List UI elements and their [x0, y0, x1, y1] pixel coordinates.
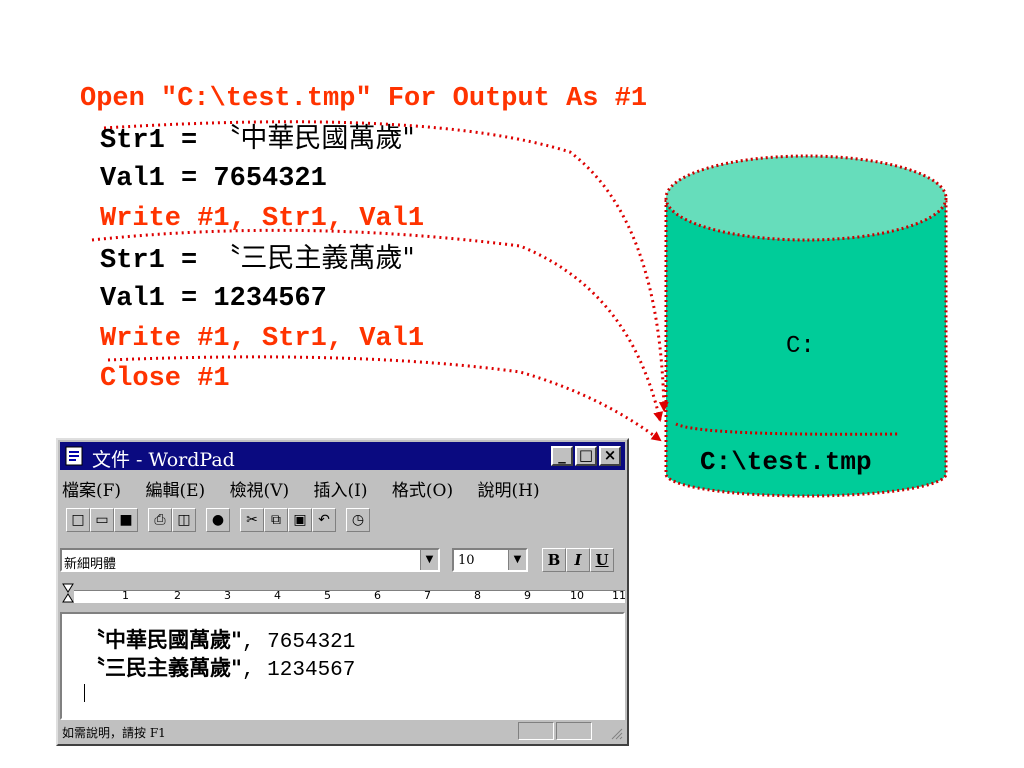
- close-button[interactable]: ×: [599, 446, 621, 466]
- ruler-number: 2: [174, 589, 181, 602]
- font-name-value: 新細明體: [64, 557, 117, 572]
- code-assign: Str1 =: [100, 126, 214, 156]
- disk-cylinder: [664, 154, 948, 498]
- ruler-number: 5: [324, 589, 331, 602]
- print-icon[interactable]: ⎙: [148, 508, 172, 532]
- text-caret: [84, 684, 85, 702]
- doc-line: 〝中華民國萬歲", 7654321: [84, 624, 355, 654]
- ruler-number: 6: [374, 589, 381, 602]
- status-panel: [556, 722, 592, 740]
- file-label: C:\test.tmp: [700, 447, 872, 477]
- wordpad-app-icon[interactable]: [64, 446, 84, 466]
- drive-label: C:: [786, 333, 815, 360]
- menu-file[interactable]: 檔案(F): [62, 476, 121, 501]
- code-val1-line-2: Val1 = 1234567: [100, 284, 327, 314]
- doc-line-string: 〝中華民國萬歲": [84, 627, 242, 652]
- code-val1-line-1: Val1 = 7654321: [100, 164, 327, 194]
- ruler-number: 1: [122, 589, 129, 602]
- chevron-down-icon[interactable]: ▼: [508, 550, 526, 570]
- code-open-line: Open "C:\test.tmp" For Output As #1: [80, 84, 648, 114]
- new-document-icon[interactable]: □: [66, 508, 90, 532]
- ruler-number: 8: [474, 589, 481, 602]
- ruler-number: 10: [570, 589, 584, 602]
- status-text: 如需說明，請按 F1: [62, 726, 166, 740]
- maximize-button[interactable]: □: [575, 446, 597, 466]
- title-bar[interactable]: 文件 - WordPad _ □ ×: [60, 442, 625, 471]
- status-bar: 如需說明，請按 F1: [60, 720, 625, 742]
- menu-edit[interactable]: 編輯(E): [145, 476, 205, 501]
- font-name-select[interactable]: 新細明體 ▼: [60, 548, 440, 572]
- menu-bar: 檔案(F) 編輯(E) 檢視(V) 插入(I) 格式(O) 說明(H): [62, 476, 559, 501]
- font-size-select[interactable]: 10 ▼: [452, 548, 528, 572]
- underline-button[interactable]: U: [590, 548, 614, 572]
- code-str1-line-2: Str1 = 〝三民主義萬歲": [100, 243, 415, 277]
- copy-icon[interactable]: ⧉: [264, 508, 288, 532]
- menu-help[interactable]: 說明(H): [478, 476, 540, 501]
- ruler[interactable]: 1 2 3 4 5 6 7 8 9 10 11: [60, 582, 626, 608]
- ruler-number: 9: [524, 589, 531, 602]
- doc-line-string: 〝三民主義萬歲": [84, 655, 242, 680]
- format-toolbar: 新細明體 ▼ 10 ▼ B I U: [60, 546, 625, 576]
- paste-icon[interactable]: ▣: [288, 508, 312, 532]
- status-panel: [518, 722, 554, 740]
- minimize-button[interactable]: _: [551, 446, 573, 466]
- bold-button[interactable]: B: [542, 548, 566, 572]
- resize-grip-icon[interactable]: [609, 726, 623, 740]
- find-icon[interactable]: ●: [206, 508, 230, 532]
- document-area[interactable]: 〝中華民國萬歲", 7654321 〝三民主義萬歲", 1234567: [60, 612, 625, 720]
- code-close-line: Close #1: [100, 364, 230, 394]
- code-write-line-1: Write #1, Str1, Val1: [100, 204, 425, 234]
- code-assign: Str1 =: [100, 246, 214, 276]
- menu-insert[interactable]: 插入(I): [314, 476, 368, 501]
- open-folder-icon[interactable]: ▭: [90, 508, 114, 532]
- code-string: 〝三民主義萬歲": [213, 243, 415, 274]
- insert-datetime-icon[interactable]: ◷: [346, 508, 370, 532]
- code-str1-line-1: Str1 = 〝中華民國萬歲": [100, 123, 415, 157]
- ruler-number: 4: [274, 589, 281, 602]
- print-preview-icon[interactable]: ◫: [172, 508, 196, 532]
- save-icon[interactable]: ■: [114, 508, 138, 532]
- menu-format[interactable]: 格式(O): [392, 476, 453, 501]
- undo-icon[interactable]: ↶: [312, 508, 336, 532]
- ruler-number: 3: [224, 589, 231, 602]
- cut-icon[interactable]: ✂: [240, 508, 264, 532]
- code-write-line-2: Write #1, Str1, Val1: [100, 324, 425, 354]
- italic-button[interactable]: I: [566, 548, 590, 572]
- menu-view[interactable]: 檢視(V): [230, 476, 290, 501]
- chevron-down-icon[interactable]: ▼: [420, 550, 438, 570]
- window-title: 文件 - WordPad: [92, 449, 235, 471]
- ruler-number: 7: [424, 589, 431, 602]
- code-string: 〝中華民國萬歲": [213, 123, 415, 154]
- doc-line: 〝三民主義萬歲", 1234567: [84, 652, 355, 682]
- doc-line-value: , 1234567: [241, 659, 356, 682]
- font-size-value: 10: [458, 553, 475, 568]
- wordpad-window: 文件 - WordPad _ □ × 檔案(F) 編輯(E) 檢視(V) 插入(…: [56, 438, 629, 746]
- diagram: Open "C:\test.tmp" For Output As #1 Str1…: [0, 0, 1024, 768]
- ruler-strip: [74, 590, 625, 603]
- doc-line-value: , 7654321: [241, 631, 356, 654]
- ruler-number: 11: [612, 589, 626, 602]
